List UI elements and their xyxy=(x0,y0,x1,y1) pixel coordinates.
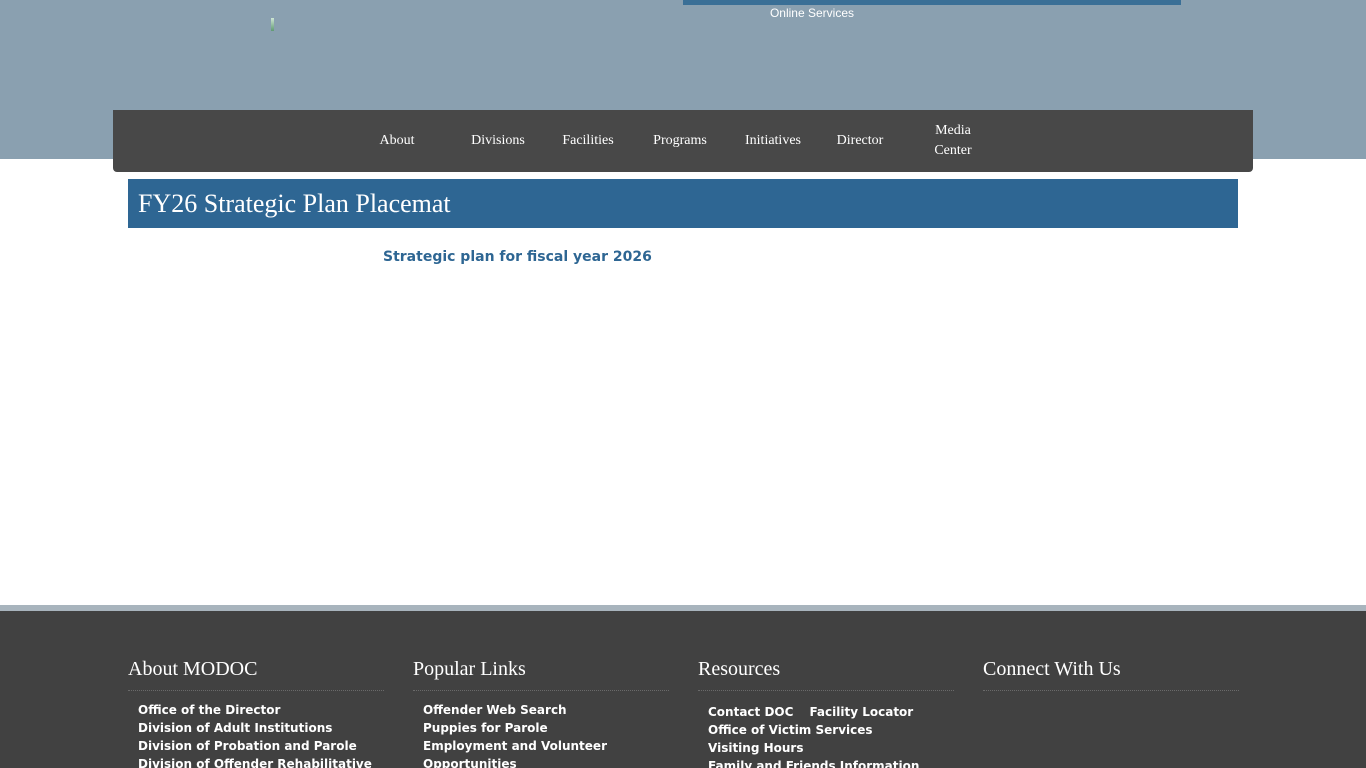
site-footer: About MODOC Office of the Director Divis… xyxy=(0,611,1366,768)
footer-link-puppies-parole[interactable]: Puppies for Parole xyxy=(423,719,669,737)
footer-link-opportunities[interactable]: Opportunities xyxy=(423,755,669,768)
footer-heading-popular: Popular Links xyxy=(413,658,669,691)
nav-item-media-center[interactable]: Media Center xyxy=(919,110,987,172)
footer-link-offender-rehabilitative[interactable]: Division of Offender Rehabilitative xyxy=(138,755,384,768)
online-services-link[interactable]: Online Services xyxy=(683,6,941,20)
footer-link-employment-volunteer[interactable]: Employment and Volunteer xyxy=(423,737,669,755)
nav-item-programs[interactable]: Programs xyxy=(640,110,720,172)
page-title: FY26 Strategic Plan Placemat xyxy=(138,188,451,218)
image-alt-text: Strategic plan for fiscal year 2026 xyxy=(383,249,652,265)
footer-link-offender-search[interactable]: Offender Web Search xyxy=(423,701,669,719)
footer-link-adult-institutions[interactable]: Division of Adult Institutions xyxy=(138,719,384,737)
logo-icon[interactable] xyxy=(271,18,274,31)
footer-link-family-friends[interactable]: Family and Friends Information xyxy=(708,757,954,768)
footer-heading-connect: Connect With Us xyxy=(983,658,1239,691)
main-navigation: About Divisions Facilities Programs Init… xyxy=(113,110,1253,172)
online-services-bar xyxy=(683,0,1181,5)
nav-item-divisions[interactable]: Divisions xyxy=(453,110,543,172)
footer-column-popular: Popular Links Offender Web Search Puppie… xyxy=(413,658,669,768)
strategic-plan-image-link[interactable]: Strategic plan for fiscal year 2026 xyxy=(383,249,652,265)
nav-item-about[interactable]: About xyxy=(358,110,436,172)
footer-link-visiting-hours[interactable]: Visiting Hours xyxy=(708,739,954,757)
nav-item-facilities[interactable]: Facilities xyxy=(549,110,627,172)
nav-item-initiatives[interactable]: Initiatives xyxy=(733,110,813,172)
footer-column-about: About MODOC Office of the Director Divis… xyxy=(128,658,384,768)
page-title-bar: FY26 Strategic Plan Placemat xyxy=(128,179,1238,228)
footer-heading-resources: Resources xyxy=(698,658,954,691)
footer-link-contact-doc[interactable]: Contact DOC xyxy=(708,703,793,721)
footer-link-facility-locator[interactable]: Facility Locator xyxy=(809,703,913,721)
footer-heading-about: About MODOC xyxy=(128,658,384,691)
footer-link-probation-parole[interactable]: Division of Probation and Parole xyxy=(138,737,384,755)
footer-column-resources: Resources Contact DOC Facility Locator Of… xyxy=(698,658,954,768)
footer-link-victim-services[interactable]: Office of Victim Services xyxy=(708,721,954,739)
footer-link-office-director[interactable]: Office of the Director xyxy=(138,701,384,719)
footer-column-connect: Connect With Us xyxy=(983,658,1239,691)
nav-item-director[interactable]: Director xyxy=(823,110,897,172)
